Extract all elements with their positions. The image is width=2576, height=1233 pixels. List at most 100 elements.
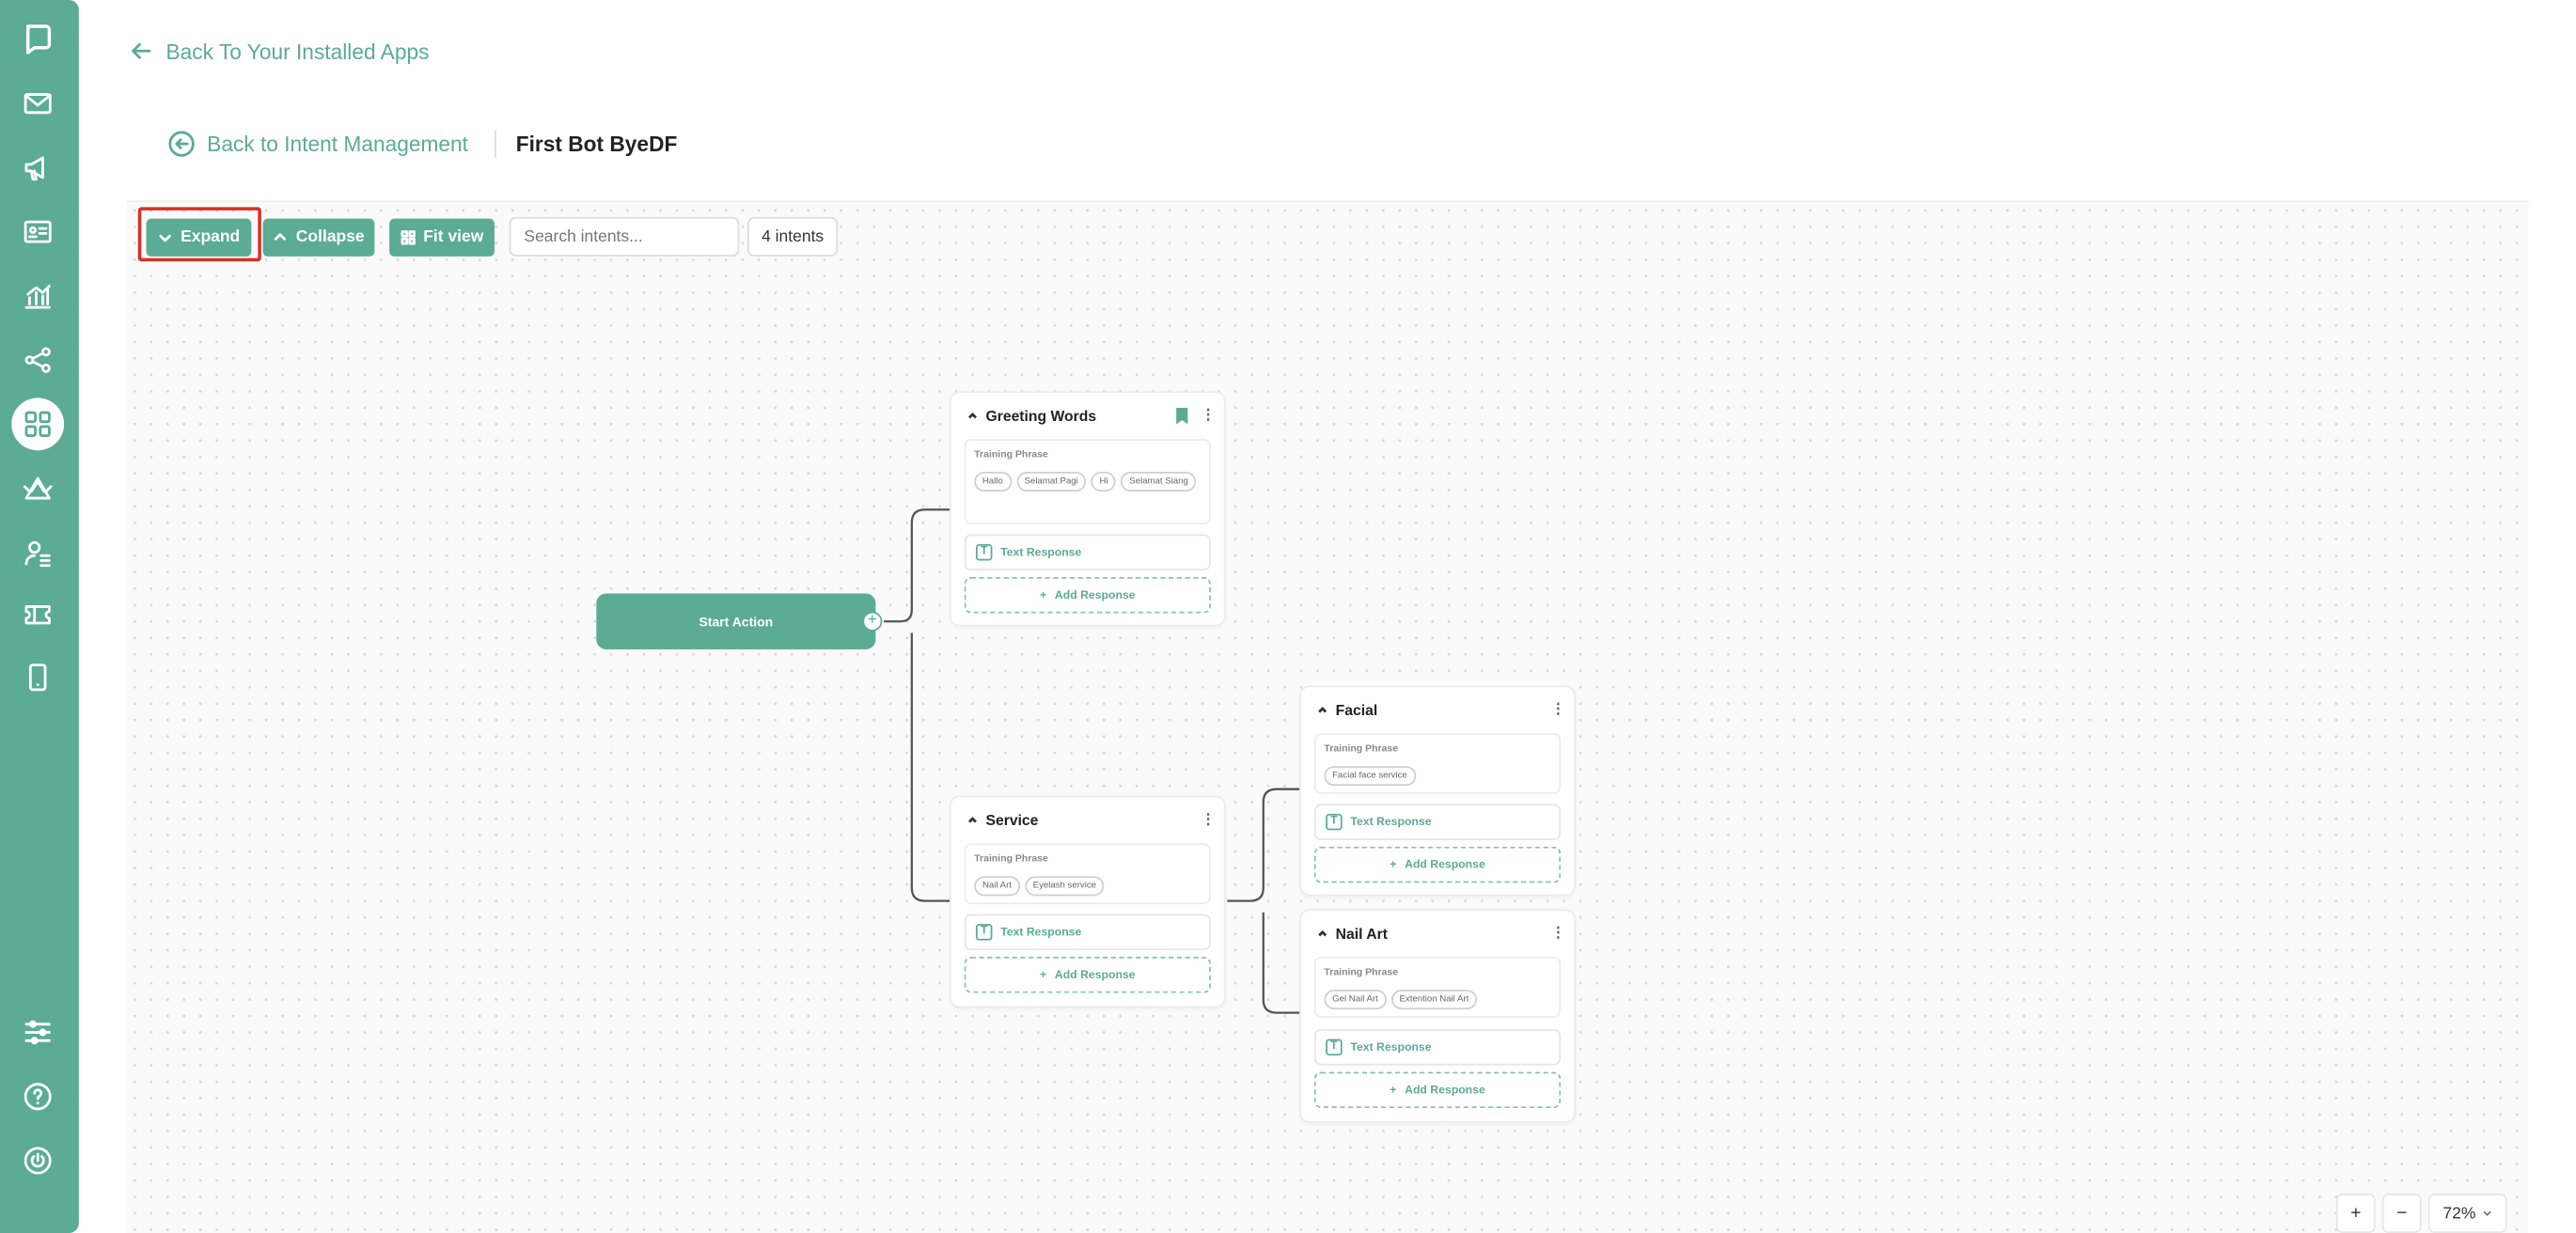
- add-response-button[interactable]: + Add Response: [964, 577, 1211, 614]
- add-response-button[interactable]: + Add Response: [964, 957, 1211, 993]
- phrase-chip[interactable]: Nail Art: [974, 876, 1020, 897]
- megaphone-icon[interactable]: [13, 143, 62, 192]
- training-phrase-label: Training Phrase: [974, 450, 1048, 460]
- start-action-label: Start Action: [699, 614, 774, 630]
- nail-art-title-label: Nail Art: [1335, 925, 1389, 943]
- phrase-chip-list: Hallo Selamat Pagi Hi Selamat Siang: [974, 472, 1202, 492]
- connector-start-greeting: [884, 508, 950, 623]
- apps-grid-icon[interactable]: [11, 398, 65, 451]
- text-type-icon: T: [975, 924, 993, 941]
- flow-canvas[interactable]: Expand Collapse Fit view 4 intents Start…: [126, 200, 2529, 1233]
- start-action-add-handle[interactable]: +: [862, 611, 883, 632]
- back-to-intent-management-link[interactable]: Back to Intent Management: [167, 128, 468, 159]
- connector-service-facial: [1227, 788, 1300, 902]
- intent-card-service[interactable]: Service ⋮ Training Phrase Nail Art Eyela…: [950, 795, 1226, 1008]
- logo-icon[interactable]: [13, 13, 62, 62]
- text-response-item[interactable]: T Text Response: [964, 534, 1211, 571]
- sidebar: [0, 0, 79, 1233]
- analytics-icon[interactable]: [13, 272, 62, 320]
- training-phrase-box: Training Phrase Gel Nail Art Extention N…: [1313, 957, 1562, 1018]
- facial-title-label: Facial: [1335, 701, 1378, 719]
- phrase-chip[interactable]: Extention Nail Art: [1390, 990, 1477, 1010]
- phrase-chip-list: Facial face service: [1324, 766, 1552, 787]
- zoom-level-select[interactable]: 72%: [2427, 1194, 2507, 1233]
- intent-title-nail-art[interactable]: Nail Art: [1317, 926, 1388, 942]
- intent-title-greeting[interactable]: Greeting Words: [967, 408, 1096, 424]
- mail-icon[interactable]: [13, 79, 62, 128]
- intent-card-facial[interactable]: Facial ⋮ Training Phrase Facial face ser…: [1299, 685, 1576, 897]
- add-response-button[interactable]: + Add Response: [1313, 1071, 1562, 1109]
- connector-service-nailart: [1262, 912, 1300, 1014]
- plus-icon: +: [1040, 969, 1047, 981]
- page-title: First Bot ByeDF: [515, 131, 678, 157]
- contact-card-icon[interactable]: [13, 207, 62, 256]
- text-response-label: Text Response: [1000, 546, 1082, 558]
- start-action-node[interactable]: Start Action: [596, 593, 876, 649]
- training-phrase-box: Training Phrase Nail Art Eyelash service: [964, 843, 1211, 905]
- zoom-in-button[interactable]: +: [2335, 1194, 2376, 1233]
- text-type-icon: T: [1326, 813, 1343, 831]
- add-response-label: Add Response: [1054, 589, 1136, 601]
- mobile-icon[interactable]: [13, 652, 62, 701]
- phrase-chip[interactable]: Hallo: [974, 472, 1012, 492]
- phrase-chip[interactable]: Hi: [1091, 472, 1117, 492]
- help-icon[interactable]: [13, 1072, 62, 1121]
- chevron-up-icon: [1318, 706, 1327, 713]
- phrase-chip[interactable]: Selamat Siang: [1121, 472, 1197, 492]
- plus-icon: +: [1390, 1084, 1397, 1096]
- text-response-label: Text Response: [1350, 816, 1432, 828]
- circle-arrow-left-icon: [168, 131, 195, 157]
- chevron-down-icon: [2483, 1210, 2491, 1216]
- phrase-chip[interactable]: Selamat Pagi: [1015, 472, 1087, 492]
- text-type-icon: T: [1326, 1038, 1343, 1056]
- ticket-icon[interactable]: [13, 590, 62, 639]
- phrase-chip[interactable]: Eyelash service: [1024, 876, 1105, 897]
- broadcast-icon[interactable]: [13, 463, 62, 512]
- flow-share-icon[interactable]: [13, 336, 62, 384]
- bookmark-icon[interactable]: [1174, 407, 1189, 425]
- arrow-left-icon: [132, 42, 151, 59]
- intent-title-facial[interactable]: Facial: [1317, 702, 1377, 718]
- phrase-chip-list: Nail Art Eyelash service: [974, 876, 1202, 897]
- connector-start-service: [910, 632, 950, 902]
- kebab-menu-icon[interactable]: ⋮: [1551, 925, 1566, 940]
- kebab-menu-icon[interactable]: ⋮: [1551, 701, 1566, 716]
- greeting-title-label: Greeting Words: [985, 407, 1097, 425]
- breadcrumb-divider: [494, 130, 496, 158]
- phrase-chip[interactable]: Gel Nail Art: [1324, 990, 1387, 1010]
- plus-icon: +: [1040, 589, 1047, 601]
- power-icon[interactable]: [13, 1136, 62, 1185]
- back-to-intent-management-label: Back to Intent Management: [207, 131, 468, 157]
- chevron-up-icon: [968, 817, 977, 823]
- add-response-label: Add Response: [1405, 859, 1485, 871]
- training-phrase-label: Training Phrase: [1324, 968, 1399, 978]
- text-response-item[interactable]: T Text Response: [1313, 804, 1562, 840]
- chevron-up-icon: [1318, 929, 1327, 937]
- intent-title-service[interactable]: Service: [967, 812, 1039, 829]
- phrase-chip[interactable]: Facial face service: [1324, 766, 1416, 787]
- agent-icon[interactable]: [13, 528, 62, 577]
- text-response-item[interactable]: T Text Response: [1313, 1029, 1562, 1066]
- settings-sliders-icon[interactable]: [13, 1007, 62, 1056]
- back-to-installed-apps-link[interactable]: Back To Your Installed Apps: [128, 36, 429, 65]
- add-response-label: Add Response: [1054, 969, 1136, 981]
- intent-card-nail-art[interactable]: Nail Art ⋮ Training Phrase Gel Nail Art …: [1299, 909, 1576, 1123]
- text-response-item[interactable]: T Text Response: [964, 913, 1211, 951]
- add-response-label: Add Response: [1405, 1084, 1485, 1096]
- service-title-label: Service: [985, 812, 1039, 829]
- training-phrase-box: Training Phrase Hallo Selamat Pagi Hi Se…: [964, 439, 1211, 525]
- kebab-menu-icon[interactable]: ⋮: [1201, 811, 1216, 826]
- add-response-button[interactable]: + Add Response: [1313, 846, 1562, 883]
- intent-card-greeting[interactable]: Greeting Words ⋮ Training Phrase Hallo S…: [950, 391, 1226, 627]
- zoom-level-value: 72%: [2442, 1204, 2476, 1223]
- text-type-icon: T: [975, 544, 993, 561]
- zoom-out-button[interactable]: −: [2381, 1194, 2422, 1233]
- plus-icon: +: [1390, 859, 1397, 871]
- training-phrase-box: Training Phrase Facial face service: [1313, 733, 1562, 794]
- training-phrase-label: Training Phrase: [1324, 744, 1399, 755]
- kebab-menu-icon[interactable]: ⋮: [1201, 407, 1216, 422]
- phrase-chip-list: Gel Nail Art Extention Nail Art: [1324, 990, 1552, 1010]
- back-to-installed-apps-label: Back To Your Installed Apps: [165, 39, 430, 64]
- chevron-up-icon: [968, 412, 977, 419]
- text-response-label: Text Response: [1000, 926, 1082, 938]
